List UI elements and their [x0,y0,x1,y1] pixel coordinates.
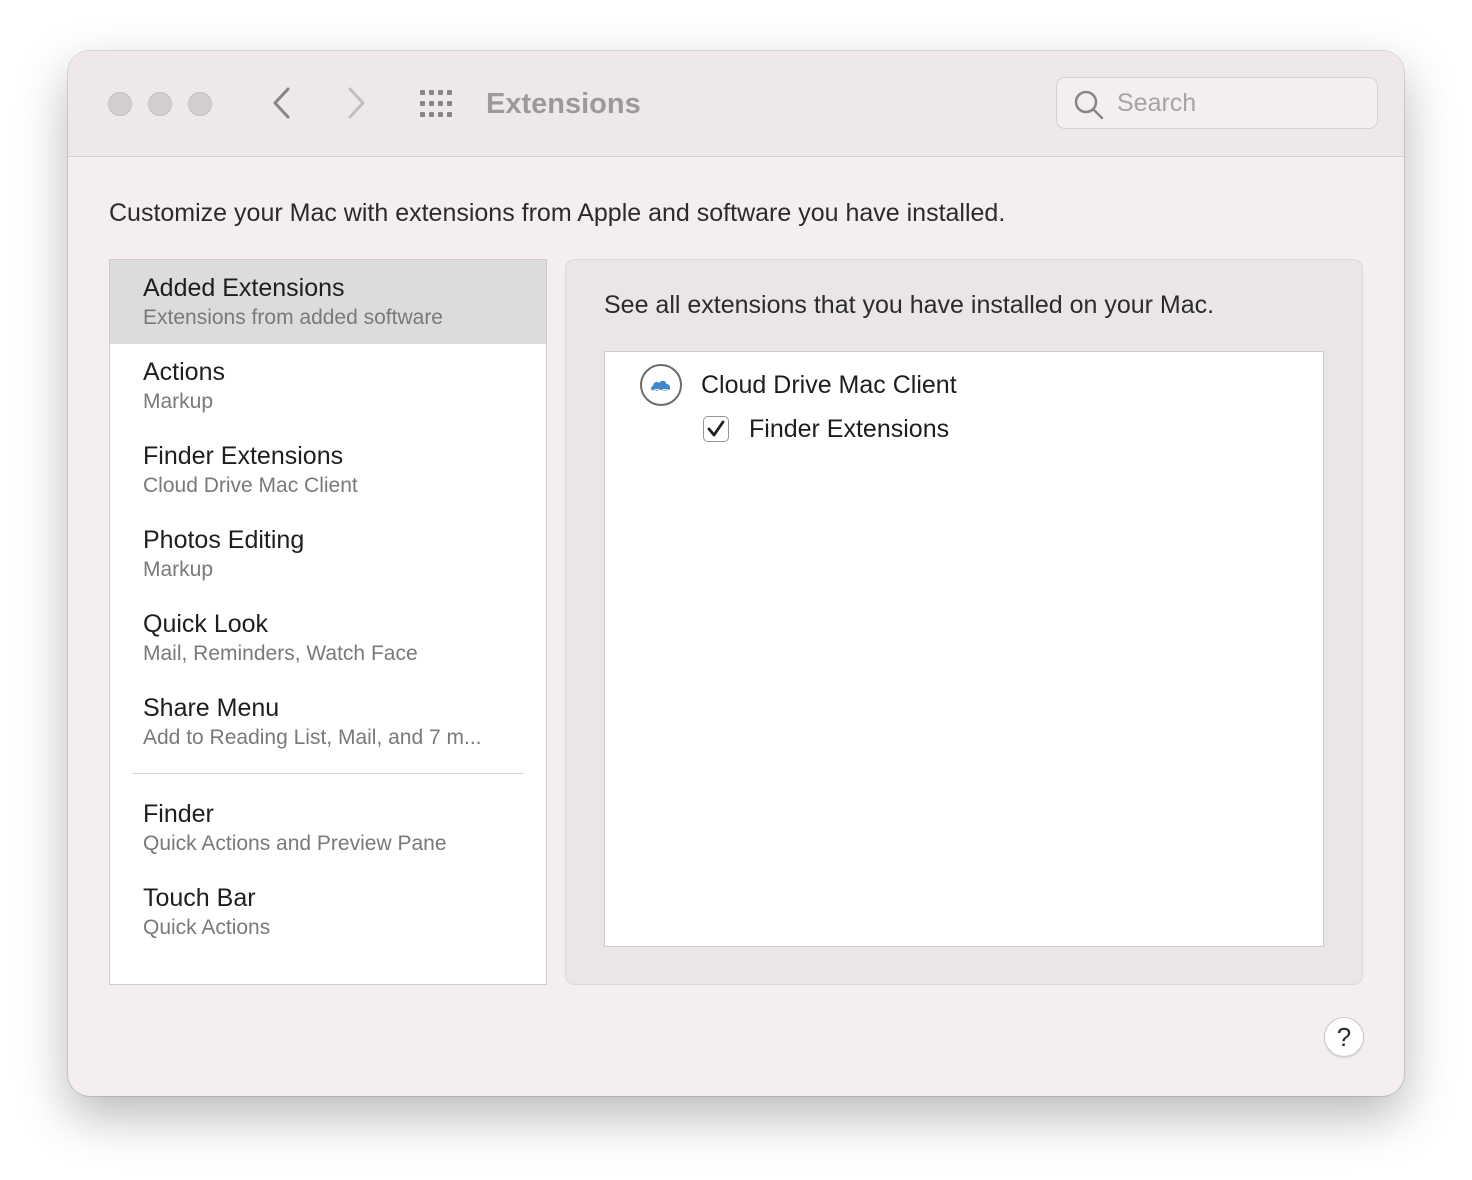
sidebar-item-title: Added Extensions [143,274,345,302]
sidebar-item-subtitle: Add to Reading List, Mail, and 7 m... [143,726,482,749]
extensions-sidebar: Added Extensions Extensions from added s… [109,259,547,985]
forward-button[interactable] [336,83,376,123]
window-title: Extensions [486,88,641,120]
sidebar-item-subtitle: Cloud Drive Mac Client [143,474,358,497]
preferences-window: Extensions Customize your Mac with exten… [68,51,1404,1096]
sidebar-item-finder-extensions[interactable]: Finder Extensions Cloud Drive Mac Client [110,428,546,512]
show-all-button[interactable] [418,88,458,120]
app-name: Cloud Drive Mac Client [701,371,957,399]
search-input[interactable] [1117,78,1367,128]
sidebar-item-title: Actions [143,358,225,386]
chevron-right-icon [348,87,365,119]
finder-extensions-label: Finder Extensions [749,415,950,443]
minimize-window-button[interactable] [148,92,172,116]
sidebar-item-actions[interactable]: Actions Markup [110,344,546,428]
sidebar-item-share-menu[interactable]: Share Menu Add to Reading List, Mail, an… [110,680,546,764]
sidebar-item-subtitle: Quick Actions [143,916,271,939]
help-button[interactable]: ? [1324,1017,1364,1057]
search-field[interactable] [1056,77,1378,129]
sidebar-item-title: Photos Editing [143,526,305,554]
sidebar-item-quick-look[interactable]: Quick Look Mail, Reminders, Watch Face [110,596,546,680]
sidebar-item-title: Touch Bar [143,884,256,912]
chevron-left-icon [273,87,290,119]
sidebar-item-added-extensions[interactable]: Added Extensions Extensions from added s… [110,260,546,344]
back-button[interactable] [262,83,302,123]
sidebar-item-photos-editing[interactable]: Photos Editing Markup [110,512,546,596]
detail-description: See all extensions that you have install… [604,291,1215,319]
grid-icon [420,90,452,117]
sidebar-item-title: Quick Look [143,610,269,638]
zoom-window-button[interactable] [188,92,212,116]
detail-panel: See all extensions that you have install… [565,259,1363,985]
cloud-icon [640,364,682,406]
sidebar-item-touch-bar[interactable]: Touch Bar Quick Actions [110,870,546,954]
sidebar-item-finder[interactable]: Finder Quick Actions and Preview Pane [110,786,546,870]
sidebar-item-subtitle: Extensions from added software [143,306,443,329]
sidebar-item-subtitle: Markup [143,390,214,413]
page-description: Customize your Mac with extensions from … [109,199,1006,227]
sidebar-item-subtitle: Mail, Reminders, Watch Face [143,642,418,665]
finder-extensions-checkbox[interactable] [703,416,729,442]
sidebar-item-title: Finder [143,800,214,828]
sidebar-item-title: Share Menu [143,694,280,722]
sidebar-item-subtitle: Markup [143,558,214,581]
sidebar-item-subtitle: Quick Actions and Preview Pane [143,832,447,855]
title-bar: Extensions [68,51,1404,157]
sidebar-divider [132,773,524,774]
checkmark-icon [707,420,725,437]
search-icon [1074,90,1104,120]
sidebar-item-title: Finder Extensions [143,442,344,470]
extensions-list: Cloud Drive Mac Client Finder Extensions [604,351,1324,947]
close-window-button[interactable] [108,92,132,116]
